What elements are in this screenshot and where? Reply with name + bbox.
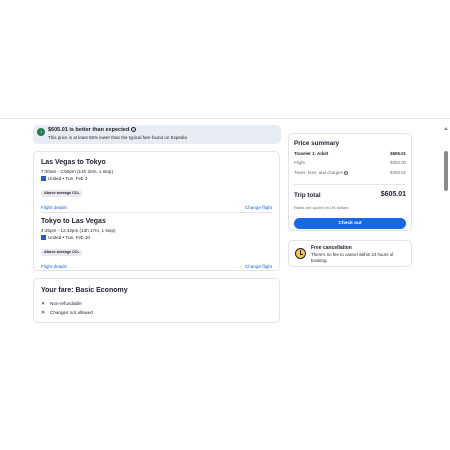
leg-times: 7:30am - 2:50pm (14h 20m, 1 stop): [41, 169, 114, 174]
leg-route: Tokyo to Las Vegas: [41, 218, 106, 225]
taxes-label[interactable]: Taxes, fees, and charges i: [294, 170, 348, 175]
leg-links: Flight details Change flight: [41, 264, 272, 272]
scroll-up-arrow-icon[interactable]: [444, 127, 448, 130]
taxes-label-text: Taxes, fees, and charges: [294, 170, 343, 175]
leg-times: 4:25pm - 12:42pm (13h 17m, 1 stop): [41, 228, 116, 233]
price-banner: ↓ $605.01 is better than expected i This …: [33, 125, 281, 144]
trip-total-label: Trip total: [294, 192, 321, 199]
fare-rule: ✕ Changes not allowed: [41, 310, 93, 316]
fare-card: Your fare: Basic Economy ✕ Non-refundable…: [33, 278, 280, 323]
trip-total-row: Trip total $605.01: [294, 191, 406, 201]
info-icon[interactable]: i: [343, 170, 348, 175]
flight-details-link[interactable]: Flight details: [41, 264, 67, 269]
flights-card: Las Vegas to Tokyo 7:30am - 2:50pm (14h …: [33, 151, 280, 271]
leg-route: Las Vegas to Tokyo: [41, 159, 106, 166]
airline-date-text: United • Tue, Feb 10: [48, 235, 90, 240]
fare-rule-text: Changes not allowed: [50, 310, 93, 315]
flight-details-link[interactable]: Flight details: [41, 205, 67, 210]
trip-total-value: $605.01: [380, 191, 406, 198]
airline-date-text: United • Tue, Feb 3: [48, 176, 88, 181]
price-summary-title: Price summary: [294, 140, 340, 147]
currency-note: Rates are quoted in US dollars: [294, 205, 349, 210]
airline-logo-icon: [41, 176, 46, 182]
header-divider: [0, 118, 450, 119]
banner-title-text: $605.01 is better than expected: [48, 127, 130, 133]
co2-badge: Above average CO₂: [41, 189, 83, 197]
airline-logo-icon: [41, 235, 46, 241]
flight-value: $300.00: [390, 160, 406, 165]
banner-title: $605.01 is better than expected i: [48, 127, 137, 133]
checkout-page: ↓ $605.01 is better than expected i This …: [0, 118, 450, 328]
clock-check-icon: [295, 248, 306, 259]
fare-rule: ✕ Non-refundable: [41, 301, 82, 307]
info-icon[interactable]: i: [131, 127, 137, 133]
change-flight-link[interactable]: Change flight: [245, 264, 272, 269]
scrollbar[interactable]: [444, 127, 448, 327]
co2-badge: Above average CO₂: [41, 248, 83, 256]
x-icon: ✕: [41, 301, 46, 307]
flight-leg-return: Tokyo to Las Vegas 4:25pm - 12:42pm (13h…: [41, 218, 272, 272]
flight-label: Flight: [294, 160, 305, 165]
fare-title: Your fare: Basic Economy: [41, 287, 128, 294]
flight-leg-outbound: Las Vegas to Tokyo 7:30am - 2:50pm (14h …: [41, 159, 272, 213]
x-icon: ✕: [41, 310, 46, 316]
check-out-button[interactable]: Check out: [294, 218, 406, 229]
check-down-icon: ↓: [37, 128, 45, 136]
taxes-value: $305.01: [390, 170, 406, 175]
scroll-thumb[interactable]: [444, 151, 448, 191]
change-flight-link[interactable]: Change flight: [245, 205, 272, 210]
leg-airline-date: United • Tue, Feb 3: [41, 176, 272, 182]
summary-divider: [294, 184, 406, 185]
cancellation-subtitle: There's no fee to cancel within 24 hours…: [311, 252, 394, 263]
free-cancellation-card: Free cancellation There's no fee to canc…: [288, 240, 412, 267]
fare-rule-text: Non-refundable: [50, 301, 82, 306]
price-summary-card: Price summary Traveler 1: Adult $605.01 …: [288, 133, 412, 231]
traveler-label: Traveler 1: Adult: [294, 151, 329, 156]
leg-divider: [41, 212, 272, 213]
traveler-value: $605.01: [390, 151, 406, 156]
leg-airline-date: United • Tue, Feb 10: [41, 235, 272, 241]
banner-subtitle: This price is at least 55% lower than th…: [48, 135, 187, 140]
cancellation-title: Free cancellation: [311, 245, 352, 251]
